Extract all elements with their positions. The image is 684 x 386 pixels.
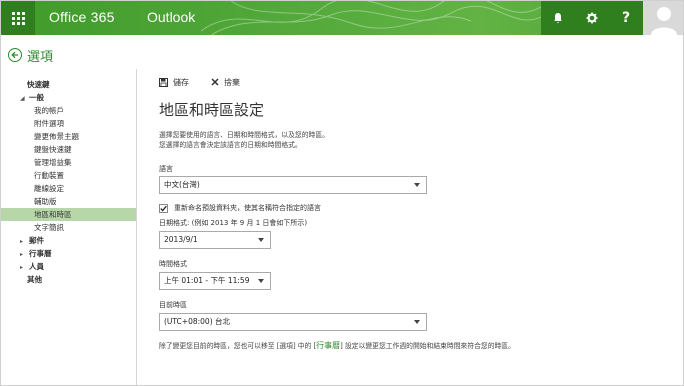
- app-window: Office 365 Outlook ? 選項 快速鍵 ◢ 一般 我的帳戶 附件選…: [0, 0, 684, 386]
- sidebar-item-label: 其他: [27, 275, 42, 284]
- bell-icon[interactable]: [541, 1, 575, 35]
- footnote-text: 除了變更您目前的時區，您也可以移至 [選項] 中的 [: [159, 342, 317, 350]
- sidebar-item-label: 一般: [29, 93, 44, 102]
- sidebar-item-label: 變更佈景主題: [34, 132, 79, 141]
- sidebar-item-label: 地區和時區: [34, 210, 72, 219]
- sidebar-item-other[interactable]: 其他: [1, 273, 136, 286]
- sidebar-item-people[interactable]: ▸ 人員: [1, 260, 136, 273]
- avatar[interactable]: [643, 1, 683, 35]
- date-format-value: 2013/9/1: [164, 235, 198, 244]
- banner-texture: [201, 1, 541, 35]
- date-format-select[interactable]: 2013/9/1: [159, 231, 271, 249]
- description-line: 選擇您要使用的語言、日期和時間格式，以及您的時區。: [159, 131, 329, 139]
- sidebar-item-mobile-devices[interactable]: 行動裝置: [1, 169, 136, 182]
- waffle-icon[interactable]: [1, 1, 35, 35]
- time-format-label: 時間格式: [159, 260, 187, 268]
- description-line: 您選擇的語言會決定該語言的日期和時間格式。: [159, 141, 302, 149]
- language-select[interactable]: 中文(台灣): [159, 176, 427, 194]
- sidebar-item-mail[interactable]: ▸ 郵件: [1, 234, 136, 247]
- toolbar: 儲存 捨棄: [159, 73, 679, 91]
- discard-button[interactable]: 捨棄: [211, 77, 240, 88]
- settings-pane: 儲存 捨棄 地區和時區設定 選擇您要使用的語言、日期和時間格式，以及您的時區。 …: [159, 73, 679, 351]
- checkmark-icon: [160, 205, 167, 211]
- sidebar-item-general[interactable]: ◢ 一般: [1, 91, 136, 104]
- timezone-footnote: 除了變更您目前的時區，您也可以移至 [選項] 中的 [行事曆] 設定以變更您工作…: [159, 340, 679, 351]
- help-glyph: ?: [621, 10, 631, 26]
- description: 選擇您要使用的語言、日期和時間格式，以及您的時區。 您選擇的語言會決定該語言的日…: [159, 130, 679, 150]
- sidebar-item-label: 行動裝置: [34, 171, 64, 180]
- help-icon[interactable]: ?: [609, 1, 643, 35]
- rename-folders-label: 重新命名預設資料夾，使其名稱符合指定的語言: [174, 204, 321, 212]
- sidebar-item-label: 離線設定: [34, 184, 64, 193]
- language-label: 語言: [159, 165, 173, 173]
- sidebar-item-label: 人員: [29, 262, 44, 271]
- sidebar-item-change-theme[interactable]: 變更佈景主題: [1, 130, 136, 143]
- page-title: 選項: [27, 49, 54, 65]
- sidebar-item-region-timezone[interactable]: 地區和時區: [1, 208, 136, 221]
- sidebar-item-manage-addins[interactable]: 管理增益集: [1, 156, 136, 169]
- time-format-select[interactable]: 上午 01:01 - 下午 11:59: [159, 272, 271, 290]
- office365-logo[interactable]: Office 365: [49, 9, 115, 25]
- sidebar-item-accessibility[interactable]: 輔助版: [1, 195, 136, 208]
- back-arrow-icon[interactable]: [8, 48, 22, 62]
- save-label: 儲存: [173, 77, 189, 87]
- rename-folders-option[interactable]: 重新命名預設資料夾，使其名稱符合指定的語言: [159, 203, 679, 213]
- save-button[interactable]: 儲存: [159, 77, 189, 88]
- rename-folders-checkbox[interactable]: [159, 203, 168, 213]
- sidebar-item-offline-settings[interactable]: 離線設定: [1, 182, 136, 195]
- sidebar-item-label: 郵件: [29, 236, 44, 245]
- sidebar-item-keyboard-shortcuts[interactable]: 鍵盤快速鍵: [1, 143, 136, 156]
- sidebar-item-label: 輔助版: [34, 197, 57, 206]
- chevron-down-icon: [414, 183, 420, 187]
- calendar-link[interactable]: 行事曆: [316, 341, 340, 350]
- timezone-value: (UTC+08:00) 台北: [164, 317, 231, 326]
- sidebar-item-label: 管理增益集: [34, 158, 72, 167]
- save-icon: [159, 77, 168, 87]
- chevron-down-icon: [258, 279, 264, 283]
- sidebar-item-calendar[interactable]: ▸ 行事曆: [1, 247, 136, 260]
- options-sidebar: 快速鍵 ◢ 一般 我的帳戶 附件選項 變更佈景主題 鍵盤快速鍵 管理增益集 行動裝…: [1, 69, 137, 385]
- sidebar-item-attachment-options[interactable]: 附件選項: [1, 117, 136, 130]
- collapse-caret-icon[interactable]: ◢: [20, 92, 29, 105]
- gear-icon[interactable]: [575, 1, 609, 35]
- discard-label: 捨棄: [224, 77, 240, 87]
- sidebar-item-shortcuts[interactable]: 快速鍵: [1, 78, 136, 91]
- sidebar-item-my-account[interactable]: 我的帳戶: [1, 104, 136, 117]
- page-header: 選項: [1, 43, 53, 67]
- app-name[interactable]: Outlook: [147, 9, 195, 25]
- time-format-value: 上午 01:01 - 下午 11:59: [164, 276, 250, 285]
- sidebar-item-label: 快速鍵: [27, 80, 50, 89]
- footnote-text: ] 設定以變更您工作週的開始和結束時間來符合您的時區。: [340, 342, 515, 350]
- chevron-down-icon: [414, 320, 420, 324]
- sidebar-item-label: 鍵盤快速鍵: [34, 145, 72, 154]
- sidebar-item-label: 附件選項: [34, 119, 64, 128]
- timezone-label: 目前時區: [159, 301, 187, 309]
- timezone-select[interactable]: (UTC+08:00) 台北: [159, 313, 427, 331]
- date-format-label: 日期格式: (例如 2013 年 9 月 1 日會如下所示): [159, 219, 308, 227]
- section-title: 地區和時區設定: [159, 101, 265, 119]
- sidebar-item-label: 行事曆: [29, 249, 52, 258]
- sidebar-item-text-messaging[interactable]: 文字簡訊: [1, 221, 136, 234]
- sidebar-item-label: 文字簡訊: [34, 223, 64, 232]
- chevron-down-icon: [258, 238, 264, 242]
- close-icon: [211, 78, 219, 86]
- sidebar-item-label: 我的帳戶: [34, 106, 64, 115]
- top-bar: Office 365 Outlook ?: [1, 1, 683, 35]
- language-select-value: 中文(台灣): [164, 180, 200, 189]
